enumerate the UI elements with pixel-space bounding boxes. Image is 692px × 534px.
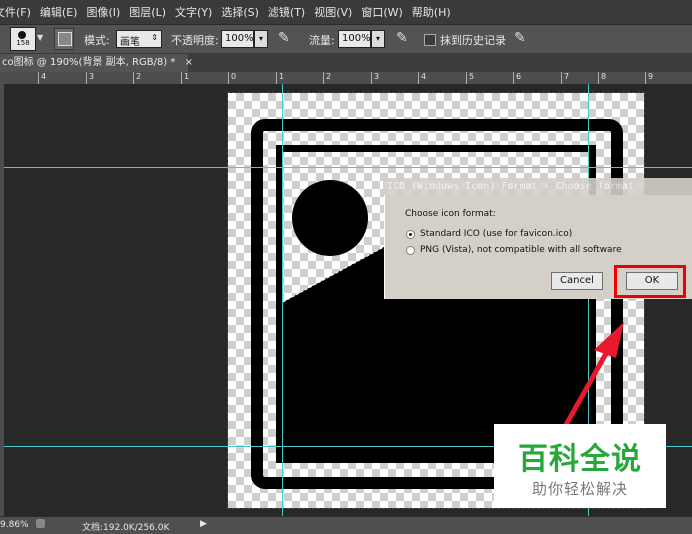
status-bar: 9.86% 文档:192.0K/256.0K ▶: [0, 516, 692, 534]
menu-select[interactable]: 选择(S): [221, 4, 268, 20]
document-size-info: 文档:192.0K/256.0K: [82, 523, 170, 533]
annotation-arrow-icon: [559, 322, 624, 435]
menu-window[interactable]: 窗口(W): [361, 4, 411, 20]
ruler-label: 8: [601, 72, 607, 81]
spinner-icon: ⇕: [151, 33, 158, 42]
opacity-label: 不透明度:: [171, 34, 219, 47]
radio-png-vista[interactable]: [406, 246, 415, 255]
ruler-label: 2: [136, 72, 142, 81]
ruler-label: 0: [231, 72, 237, 81]
ruler-label: 1: [184, 72, 190, 81]
watermark-subtitle: 助你轻松解决: [531, 480, 628, 498]
radio-png-vista-label[interactable]: PNG (Vista), not compatible with all sof…: [420, 245, 622, 255]
ok-highlight-box: [614, 265, 686, 298]
watermark-title: 百科全说: [518, 442, 642, 477]
erase-history-checkbox[interactable]: [424, 34, 436, 46]
tablet-pressure-size-icon[interactable]: ✎: [514, 30, 526, 46]
dialog-titlebar[interactable]: ICO (Windows Icon) Format - Choose forma…: [383, 178, 692, 196]
status-info-icon[interactable]: [36, 519, 45, 528]
mode-label: 模式:: [84, 34, 110, 47]
opacity-input[interactable]: 100%: [221, 30, 254, 48]
tablet-pressure-opacity-icon[interactable]: ✎: [278, 30, 290, 46]
menu-edit[interactable]: 编辑(E): [40, 4, 87, 20]
document-tab-title: co图标 @ 190%(背景 副本, RGB/8) *: [2, 57, 176, 68]
ruler-label: 7: [564, 72, 570, 81]
vertical-ruler[interactable]: [0, 84, 4, 516]
zoom-level[interactable]: 9.86%: [0, 520, 29, 530]
brush-preset-picker[interactable]: 158: [10, 27, 36, 51]
status-menu-arrow-icon[interactable]: ▶: [200, 519, 207, 529]
dialog-prompt: Choose icon format:: [405, 209, 496, 219]
menu-image[interactable]: 图像(I): [86, 4, 129, 20]
ruler-label: 3: [374, 72, 380, 81]
document-tab[interactable]: co图标 @ 190%(背景 副本, RGB/8) * ×: [0, 54, 193, 72]
flow-dropdown-button[interactable]: ▾: [371, 30, 385, 48]
brush-size: 158: [16, 39, 30, 47]
close-icon[interactable]: ×: [185, 57, 193, 68]
menubar: 文件(F) 编辑(E) 图像(I) 图层(L) 文字(Y) 选择(S) 滤镜(T…: [0, 0, 692, 25]
brush-panel-toggle-button[interactable]: [54, 28, 74, 50]
menu-layer[interactable]: 图层(L): [129, 4, 175, 20]
brush-tip-icon: [18, 31, 26, 39]
menu-file[interactable]: 文件(F): [0, 4, 40, 20]
ruler-label: 6: [516, 72, 522, 81]
cancel-button[interactable]: Cancel: [551, 272, 603, 290]
ruler-label: 3: [89, 72, 95, 81]
ruler-label: 5: [469, 72, 475, 81]
guide-vertical[interactable]: [282, 84, 283, 516]
flow-label: 流量:: [309, 34, 335, 47]
radio-standard-ico-label[interactable]: Standard ICO (use for favicon.ico): [420, 229, 572, 239]
opacity-dropdown-button[interactable]: ▾: [254, 30, 268, 48]
ruler-label: 2: [326, 72, 332, 81]
airbrush-icon[interactable]: ✎: [396, 30, 408, 46]
menu-type[interactable]: 文字(Y): [175, 4, 221, 20]
mode-select[interactable]: 画笔 ⇕: [116, 30, 162, 48]
menu-help[interactable]: 帮助(H): [412, 4, 460, 20]
chevron-down-icon[interactable]: ▼: [37, 33, 43, 42]
erase-history-label: 抹到历史记录: [440, 34, 506, 47]
radio-standard-ico[interactable]: [406, 230, 415, 239]
mode-value: 画笔: [120, 37, 140, 48]
ruler-label: 9: [648, 72, 654, 81]
ruler-label: 4: [41, 72, 47, 81]
ruler-label: 1: [279, 72, 285, 81]
brush-panel-icon: [58, 32, 72, 46]
ruler-label: 4: [421, 72, 427, 81]
menu-view[interactable]: 视图(V): [314, 4, 361, 20]
menu-filter[interactable]: 滤镜(T): [268, 4, 314, 20]
flow-input[interactable]: 100%: [338, 30, 371, 48]
